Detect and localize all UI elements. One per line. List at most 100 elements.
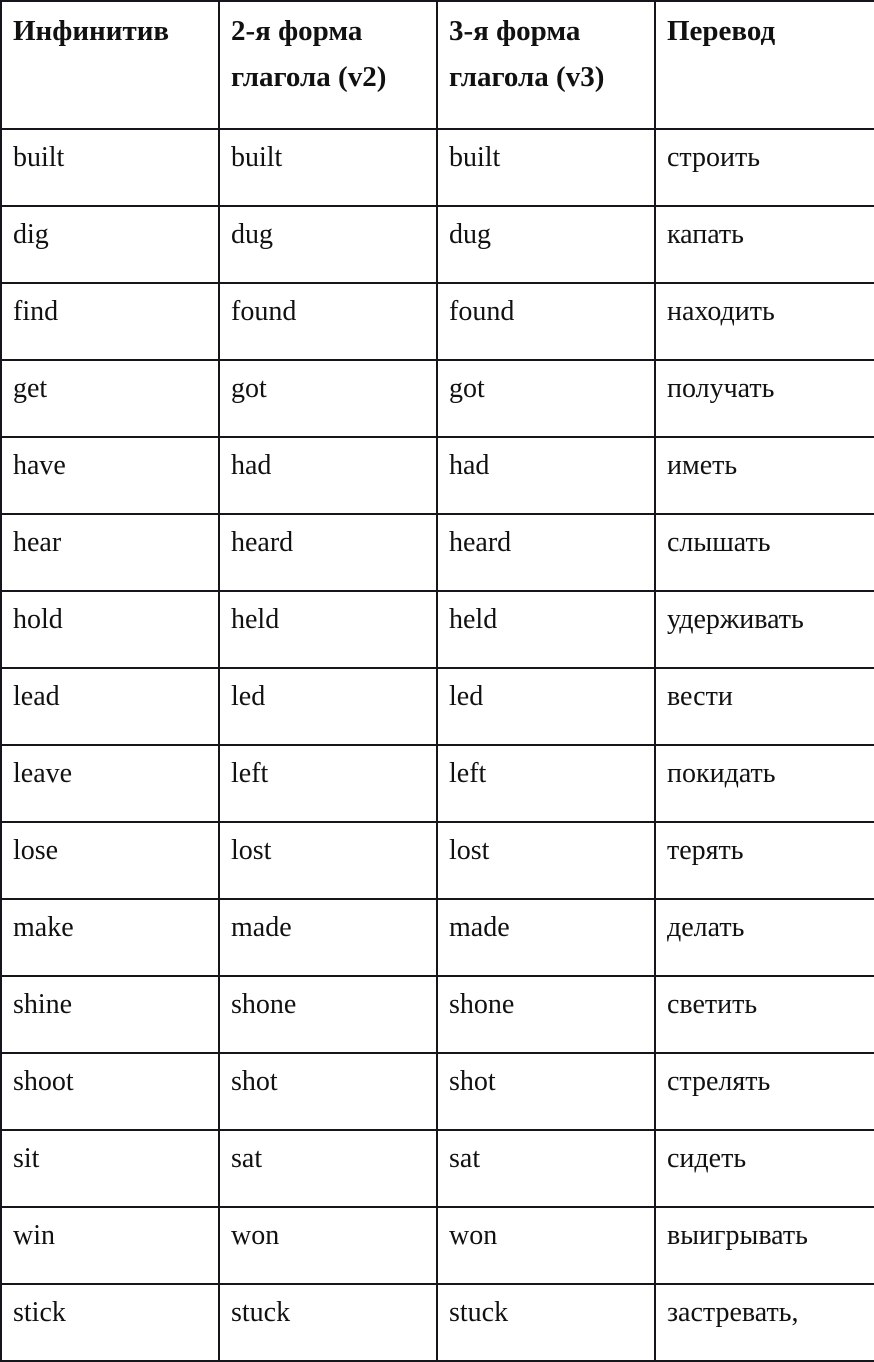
table-row: sit sat sat сидеть [0, 1129, 874, 1208]
table-header: Инфинитив 2-я форма глагола (v2) 3-я фор… [0, 0, 874, 130]
column-header-translation-line1: Перевод [667, 15, 776, 47]
cell-translation: покидать [654, 744, 874, 823]
cell-text-v3: led [449, 681, 484, 712]
table-row: lead led led вести [0, 667, 874, 746]
cell-text-infinitive: stick [13, 1297, 66, 1328]
cell-text-infinitive: have [13, 450, 66, 481]
cell-v2: got [218, 359, 438, 438]
cell-text-translation: вести [667, 681, 733, 712]
cell-translation: находить [654, 282, 874, 361]
column-header-v2-line1: 2-я форма [231, 15, 363, 47]
cell-text-v3: built [449, 142, 501, 173]
cell-v3: shone [436, 975, 656, 1054]
cell-v2: shone [218, 975, 438, 1054]
cell-text-v3: found [449, 296, 515, 327]
cell-infinitive: win [0, 1206, 220, 1285]
cell-infinitive: leave [0, 744, 220, 823]
cell-v2: stuck [218, 1283, 438, 1362]
column-header-v3-line1: 3-я форма [449, 15, 581, 47]
cell-text-infinitive: sit [13, 1143, 40, 1174]
cell-v3: shot [436, 1052, 656, 1131]
cell-text-v3: won [449, 1220, 498, 1251]
table-row: shine shone shone светить [0, 975, 874, 1054]
table-row: stick stuck stuck застревать, [0, 1283, 874, 1362]
cell-text-translation: стрелять [667, 1066, 771, 1097]
cell-translation: стрелять [654, 1052, 874, 1131]
cell-v3: got [436, 359, 656, 438]
cell-v2: led [218, 667, 438, 746]
table-row: win won won выигрывать [0, 1206, 874, 1285]
cell-infinitive: sit [0, 1129, 220, 1208]
cell-v2: held [218, 590, 438, 669]
cell-v2: heard [218, 513, 438, 592]
cell-text-v2: shone [231, 989, 297, 1020]
table-row: hear heard heard слышать [0, 513, 874, 592]
cell-text-translation: находить [667, 296, 775, 327]
cell-text-v3: held [449, 604, 498, 635]
cell-text-translation: слышать [667, 527, 771, 558]
cell-v2: sat [218, 1129, 438, 1208]
cell-translation: светить [654, 975, 874, 1054]
cell-infinitive: stick [0, 1283, 220, 1362]
cell-infinitive: dig [0, 205, 220, 284]
column-header-v3-line2: глагола (v3) [449, 61, 605, 93]
cell-text-translation: покидать [667, 758, 776, 789]
column-header-v2: 2-я форма глагола (v2) [218, 0, 438, 130]
cell-v2: dug [218, 205, 438, 284]
cell-text-infinitive: shine [13, 989, 73, 1020]
cell-infinitive: get [0, 359, 220, 438]
cell-text-infinitive: find [13, 296, 59, 327]
cell-infinitive: make [0, 898, 220, 977]
cell-text-v2: made [231, 912, 292, 943]
cell-infinitive: hold [0, 590, 220, 669]
cell-infinitive: have [0, 436, 220, 515]
cell-text-infinitive: hold [13, 604, 63, 635]
irregular-verbs-table: Инфинитив 2-я форма глагола (v2) 3-я фор… [0, 0, 874, 1362]
cell-text-v2: held [231, 604, 280, 635]
cell-text-infinitive: leave [13, 758, 73, 789]
table-row: make made made делать [0, 898, 874, 977]
cell-v3: lost [436, 821, 656, 900]
cell-text-v2: dug [231, 219, 273, 250]
cell-translation: выигрывать [654, 1206, 874, 1285]
cell-translation: делать [654, 898, 874, 977]
table-row: built built built строить [0, 128, 874, 207]
cell-text-v2: won [231, 1220, 280, 1251]
cell-infinitive: shoot [0, 1052, 220, 1131]
column-header-v3: 3-я форма глагола (v3) [436, 0, 656, 130]
cell-v3: found [436, 282, 656, 361]
cell-text-translation: удерживать [667, 604, 804, 635]
cell-translation: иметь [654, 436, 874, 515]
cell-text-translation: делать [667, 912, 745, 943]
cell-v2: left [218, 744, 438, 823]
cell-v2: shot [218, 1052, 438, 1131]
cell-infinitive: find [0, 282, 220, 361]
cell-text-v2: stuck [231, 1297, 291, 1328]
column-header-v2-line2: глагола (v2) [231, 61, 387, 93]
cell-v3: stuck [436, 1283, 656, 1362]
cell-text-infinitive: get [13, 373, 48, 404]
cell-text-infinitive: make [13, 912, 74, 943]
cell-infinitive: built [0, 128, 220, 207]
cell-text-v3: heard [449, 527, 512, 558]
table-body: built built built строить dig dug dug капать fin… [0, 128, 874, 1362]
cell-v3: won [436, 1206, 656, 1285]
cell-text-v2: sat [231, 1143, 263, 1174]
cell-v3: led [436, 667, 656, 746]
cell-text-infinitive: built [13, 142, 65, 173]
cell-v3: left [436, 744, 656, 823]
cell-v2: built [218, 128, 438, 207]
cell-text-translation: получать [667, 373, 775, 404]
cell-v2: made [218, 898, 438, 977]
column-header-infinitive: Инфинитив [0, 0, 220, 130]
cell-v2: found [218, 282, 438, 361]
cell-infinitive: shine [0, 975, 220, 1054]
header-row: Инфинитив 2-я форма глагола (v2) 3-я фор… [0, 0, 874, 130]
cell-text-v3: made [449, 912, 510, 943]
cell-text-infinitive: lose [13, 835, 59, 866]
cell-translation: получать [654, 359, 874, 438]
cell-text-translation: выигрывать [667, 1220, 808, 1251]
cell-text-v3: shone [449, 989, 515, 1020]
cell-text-translation: светить [667, 989, 758, 1020]
table-row: dig dug dug капать [0, 205, 874, 284]
